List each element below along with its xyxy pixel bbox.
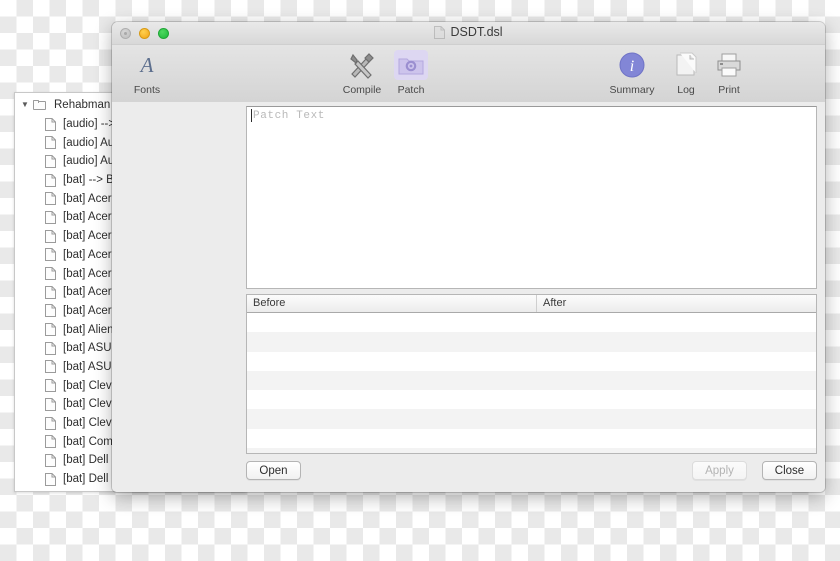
column-header-before[interactable]: Before <box>247 295 537 312</box>
toolbar-item-label: Fonts <box>133 84 161 96</box>
document-icon <box>45 491 56 492</box>
document-icon <box>45 229 56 243</box>
patch-window: DSDT.dsl A Fonts Compile Patch i Summary… <box>112 22 825 492</box>
svg-text:A: A <box>139 53 154 77</box>
info-icon: i <box>603 50 661 80</box>
cell-after <box>537 390 816 409</box>
patch-pane: Patch Text Before After Open Apply Close <box>112 102 825 492</box>
toolbar-item-fonts[interactable]: A Fonts <box>118 50 176 96</box>
cell-before <box>247 352 537 371</box>
table-header: Before After <box>247 295 816 313</box>
toolbar: A Fonts Compile Patch i Summary Log Prin… <box>112 45 825 103</box>
cell-before <box>247 409 537 428</box>
document-icon <box>45 360 56 374</box>
patch-folder-icon <box>394 50 428 80</box>
document-icon <box>45 248 56 262</box>
document-icon <box>45 285 56 299</box>
document-icon <box>45 304 56 318</box>
cell-after <box>537 371 816 390</box>
cell-after <box>537 429 816 448</box>
document-icon <box>45 341 56 355</box>
cell-before <box>247 390 537 409</box>
cell-before <box>247 429 537 448</box>
document-icon <box>45 267 56 281</box>
table-row[interactable] <box>247 390 816 410</box>
document-icon <box>45 416 56 430</box>
chevron-down-icon[interactable]: ▼ <box>21 101 33 109</box>
document-icon <box>45 173 56 187</box>
toolbar-item-label: Patch <box>397 84 425 96</box>
svg-text:i: i <box>630 58 634 75</box>
cell-after <box>537 313 816 332</box>
cell-before <box>247 313 537 332</box>
document-icon <box>45 379 56 393</box>
cell-after <box>537 352 816 371</box>
document-proxy-icon[interactable] <box>434 25 446 39</box>
cell-after <box>537 409 816 428</box>
window-titlebar[interactable]: DSDT.dsl <box>112 22 825 45</box>
printer-icon <box>700 50 758 80</box>
toolbar-item-patch[interactable]: Patch <box>382 50 440 96</box>
column-header-after[interactable]: After <box>537 295 816 312</box>
table-row[interactable] <box>247 409 816 429</box>
toolbar-item-summary[interactable]: i Summary <box>603 50 661 96</box>
button-bar: Open Apply Close <box>112 454 825 492</box>
before-after-table[interactable]: Before After <box>246 294 817 454</box>
toolbar-item-print[interactable]: Print <box>700 50 758 96</box>
close-button[interactable]: Close <box>762 461 817 480</box>
toolbar-item-label: Summary <box>609 84 655 96</box>
cell-before <box>247 332 537 351</box>
fonts-icon: A <box>118 50 176 80</box>
document-icon <box>45 117 56 131</box>
table-row[interactable] <box>247 332 816 352</box>
window-title-text: DSDT.dsl <box>450 25 503 39</box>
table-row[interactable] <box>247 428 816 449</box>
cell-after <box>537 332 816 351</box>
document-icon <box>45 472 56 486</box>
text-caret <box>251 109 252 122</box>
document-icon <box>45 154 56 168</box>
table-row[interactable] <box>247 351 816 371</box>
document-icon <box>45 210 56 224</box>
document-icon <box>45 435 56 449</box>
tree-group-label: Rehabman <box>54 99 111 112</box>
document-icon <box>45 323 56 337</box>
document-icon <box>45 453 56 467</box>
patch-text-input[interactable]: Patch Text <box>246 106 817 289</box>
table-body[interactable] <box>247 313 816 453</box>
table-row[interactable] <box>247 370 816 391</box>
patch-text-placeholder-label: Patch Text <box>253 110 326 122</box>
document-icon <box>45 397 56 411</box>
document-icon <box>45 136 56 150</box>
document-icon <box>45 192 56 206</box>
open-button[interactable]: Open <box>246 461 301 480</box>
apply-button[interactable]: Apply <box>692 461 747 480</box>
patch-text-placeholder: Patch Text <box>251 109 812 122</box>
table-row[interactable] <box>247 313 816 333</box>
window-title: DSDT.dsl <box>112 25 825 39</box>
cell-before <box>247 371 537 390</box>
folder-icon <box>33 99 48 111</box>
toolbar-item-label: Print <box>718 84 740 96</box>
